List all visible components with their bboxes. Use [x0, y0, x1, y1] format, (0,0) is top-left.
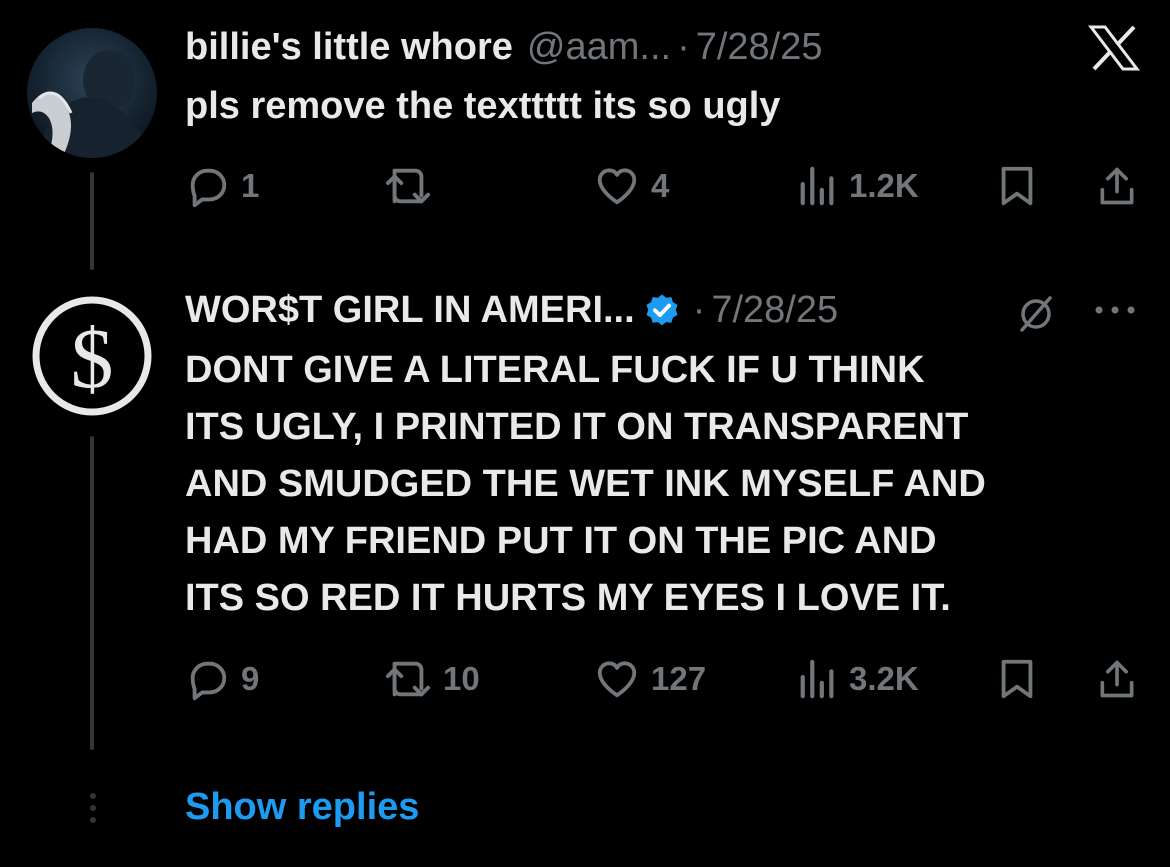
author-name[interactable]: billie's little whore: [185, 26, 513, 69]
tweet-text-line: ITS UGLY, I PRINTED IT ON TRANSPARENT: [185, 406, 969, 448]
tweet-date[interactable]: 7/28/25: [696, 26, 823, 69]
share-icon: [1100, 167, 1134, 205]
tweet-2: $ WOR$T GIRL IN AMERI... · 7/28/25 DONT …: [0, 270, 1170, 770]
separator-dot: ·: [692, 289, 706, 331]
bookmark-button[interactable]: [997, 161, 1037, 211]
bookmark-button[interactable]: [997, 654, 1037, 704]
views-icon: [800, 166, 834, 206]
author-name[interactable]: WOR$T GIRL IN AMERI...: [185, 289, 635, 332]
views-count: 1.2K: [849, 167, 919, 204]
heart-icon: [597, 661, 637, 698]
views-button[interactable]: 3.2K: [797, 654, 919, 704]
x-logo-icon[interactable]: [1087, 24, 1141, 72]
tweet-1-header: billie's little whore @aam... · 7/28/25: [185, 26, 823, 69]
views-button[interactable]: 1.2K: [797, 161, 919, 211]
tweet-text-line: AND SMUDGED THE WET INK MYSELF AND: [185, 463, 986, 505]
share-icon: [1100, 660, 1134, 698]
share-button[interactable]: [1095, 161, 1139, 211]
tweet-date[interactable]: 7/28/25: [711, 289, 838, 332]
retweet-button[interactable]: [383, 161, 443, 211]
share-button[interactable]: [1095, 654, 1139, 704]
like-count: 4: [651, 167, 670, 204]
thread-line-top: [90, 172, 94, 270]
reply-button[interactable]: 1: [185, 161, 259, 211]
bookmark-icon: [1001, 659, 1033, 699]
reply-icon: [190, 168, 227, 208]
bookmark-icon: [1001, 166, 1033, 206]
grok-icon[interactable]: [1014, 292, 1058, 336]
thread-line-bottom: [90, 436, 94, 750]
like-button[interactable]: 127: [593, 654, 706, 704]
tweet-text-line: HAD MY FRIEND PUT IT ON THE PIC AND: [185, 520, 937, 562]
show-replies-link[interactable]: Show replies: [185, 786, 419, 829]
reply-icon: [190, 661, 227, 701]
tweet-text-line: ITS SO RED IT HURTS MY EYES I LOVE IT.: [185, 577, 951, 619]
views-count: 3.2K: [849, 660, 919, 697]
avatar-billie[interactable]: [27, 28, 157, 158]
vertical-dots-icon: [90, 793, 96, 823]
like-count: 127: [651, 660, 707, 697]
tweet-text: DONT GIVE A LITERAL FUCK IF U THINK ITS …: [185, 342, 986, 627]
dollar-sign-logo: $: [27, 291, 157, 421]
avatar-worst-girl[interactable]: $: [27, 291, 157, 421]
tweet-text: pls remove the texttttt its so ugly: [185, 78, 780, 135]
like-button[interactable]: 4: [593, 161, 669, 211]
tweet-1: billie's little whore @aam... · 7/28/25 …: [0, 0, 1170, 270]
reply-count: 1: [241, 167, 260, 204]
retweet-count: 10: [443, 660, 480, 697]
separator-dot: ·: [677, 26, 690, 68]
heart-icon: [597, 168, 637, 205]
tweet-text-line: DONT GIVE A LITERAL FUCK IF U THINK: [185, 349, 925, 391]
verified-badge-icon: [646, 293, 678, 325]
views-icon: [800, 659, 834, 699]
tweet-2-header: WOR$T GIRL IN AMERI... · 7/28/25: [185, 289, 838, 332]
svg-text:$: $: [71, 310, 114, 406]
tweet-1-actions: 1 4 1.2K: [185, 161, 1145, 211]
tweet-2-actions: 9 10 127 3.2K: [185, 654, 1145, 704]
avatar-photo: [27, 28, 157, 158]
more-icon[interactable]: [1090, 300, 1140, 320]
author-handle[interactable]: @aam...: [527, 26, 671, 69]
retweet-icon: [385, 661, 431, 697]
retweet-button[interactable]: 10: [383, 654, 480, 704]
tweet-text-line: pls remove the texttttt its so ugly: [185, 85, 781, 127]
retweet-icon: [385, 168, 431, 204]
reply-button[interactable]: 9: [185, 654, 259, 704]
reply-count: 9: [241, 660, 260, 697]
